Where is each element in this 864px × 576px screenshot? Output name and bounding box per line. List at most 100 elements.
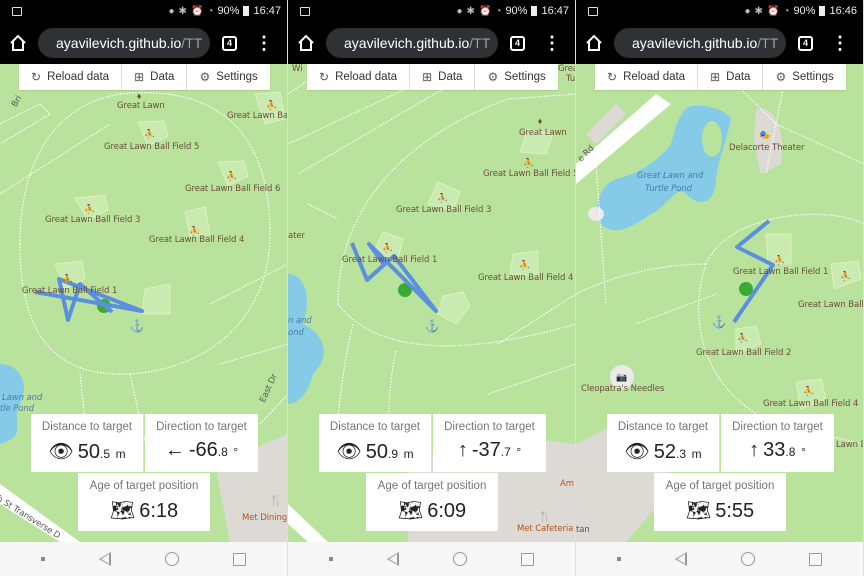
nav-dot-icon[interactable] [329,557,333,561]
distance-card: Distance to target 👁 50.9 m [319,414,432,472]
settings-button[interactable]: ⚙ Settings [475,64,557,90]
restaurant-icon: 🍴 [269,494,283,507]
poi-label: Am [560,479,574,489]
settings-button[interactable]: ⚙ Settings [187,64,269,90]
location-icon: ● [456,5,463,17]
recents-button[interactable] [233,552,246,566]
age-label: Age of target position [89,480,199,492]
url-path: /TT [757,35,779,51]
ballfield-icon: ⛹ [62,273,73,284]
wifi-signal-icon: ◔ [207,5,214,17]
age-label: Age of target position [665,480,775,492]
anchor-icon: ⚓ [712,315,727,329]
map-label: Great Lawn Ball Field 1 [22,286,118,296]
arrow-up-icon: ↑ [749,439,760,461]
map-label: Great Lawn Bal [227,111,288,121]
phone-screen-1: ● ✱ ⏰ ◔ 90% 16:47 ayavilevich.github.io /… [0,0,288,576]
data-label: Data [726,71,751,83]
alarm-icon: ⏰ [766,5,780,17]
ballfield-icon: ⛹ [519,259,530,270]
map-label: Great Lawn Ball Field 6 [185,184,281,194]
reload-data-label: Reload data [47,71,110,83]
back-button[interactable] [387,552,399,566]
data-button[interactable]: ⊞ Data [122,64,188,90]
water-label: ond [288,328,304,338]
app-toolbar: ↻ Reload data ⊞ Data ⚙ Settings [307,64,558,90]
url-path: /TT [181,35,203,51]
overflow-menu-button[interactable]: ⋮ [255,34,273,52]
map-marker-icon: 🗺 [397,500,424,522]
drinking-water-icon: ♦ [137,91,142,101]
reload-data-label: Reload data [623,71,686,83]
battery-icon [819,6,826,16]
distance-card: Distance to target 👁 52.3 m [607,414,720,472]
home-nav-button[interactable] [165,552,179,566]
direction-unit: ° [801,445,806,459]
direction-decimal: .8 [217,445,228,459]
home-icon [10,34,26,51]
data-button[interactable]: ⊞ Data [410,64,476,90]
browser-url-bar: ayavilevich.github.io/TT 4 ⋮ [576,22,863,64]
settings-button[interactable]: ⚙ Settings [763,64,845,90]
url-field[interactable]: ayavilevich.github.io/TT [38,28,210,58]
map-label: Great Lawn Ball Field 1 [342,255,438,265]
recents-button[interactable] [521,552,534,566]
home-button[interactable] [582,31,606,55]
url-field[interactable]: ayavilevich.github.io/TT [614,28,786,58]
table-icon: ⊞ [710,70,721,84]
battery-percent: 90% [505,5,528,17]
tab-switcher-button[interactable]: 4 [222,35,237,51]
reload-data-button[interactable]: ↻ Reload data [595,64,699,90]
browser-url-bar: ayavilevich.github.io/TT 4 ⋮ [0,22,287,64]
distance-value: 50 [365,441,389,463]
anchor-icon: ⚓ [130,319,145,333]
drinking-water-icon: ♦ [538,116,543,126]
home-nav-button[interactable] [741,552,755,566]
alarm-icon: ⏰ [478,5,492,17]
water-body [288,274,324,404]
url-field[interactable]: ayavilevich.github.io/TT [326,28,498,58]
back-button[interactable] [99,552,111,566]
nav-dot-icon[interactable] [617,557,621,561]
reload-data-button[interactable]: ↻ Reload data [307,64,411,90]
poi-label: Met Dining [242,513,288,523]
eye-icon: 👁 [336,441,362,463]
settings-label: Settings [792,71,834,83]
distance-unit: m [403,447,414,461]
battery-percent: 90% [217,5,240,17]
overflow-menu-button[interactable]: ⋮ [543,34,561,52]
bluetooth-icon: ✱ [178,5,187,17]
status-bar: ● ✱ ⏰ ◔ 90% 16:47 [0,0,287,22]
water-label: Great Lawn and [637,171,704,181]
map-label: ater [288,231,305,241]
home-nav-button[interactable] [453,552,467,566]
table-icon: ⊞ [134,70,145,84]
reload-data-button[interactable]: ↻ Reload data [19,64,123,90]
data-button[interactable]: ⊞ Data [698,64,764,90]
nav-dot-icon[interactable] [41,557,45,561]
direction-label: Direction to target [444,421,535,433]
eye-icon: 👁 [624,441,650,463]
map-label: Great Lawn Ball Field 4 [478,273,574,283]
age-value: 6:18 [139,500,179,522]
home-button[interactable] [294,31,318,55]
url-path: /TT [469,35,491,51]
direction-card: Direction to target ↑ 33.8 ° [721,414,834,472]
age-card: Age of target position 🗺 6:09 [366,473,498,531]
age-card: Age of target position 🗺 5:55 [654,473,786,531]
back-button[interactable] [675,552,687,566]
gear-icon: ⚙ [487,70,499,84]
tab-switcher-button[interactable]: 4 [798,35,813,51]
recents-button[interactable] [809,552,822,566]
clock: 16:47 [253,5,281,17]
ballfield-icon: ⛹ [437,192,448,203]
map-label: Great Lawn Ball Field 3 [45,215,141,225]
direction-card: Direction to target ← -66.8 ° [145,414,258,472]
age-card: Age of target position 🗺 6:18 [78,473,210,531]
overflow-menu-button[interactable]: ⋮ [831,34,849,52]
home-icon [586,34,602,51]
distance-unit: m [115,447,126,461]
home-button[interactable] [6,31,30,55]
tab-switcher-button[interactable]: 4 [510,35,525,51]
ballfield-icon: ⛹ [774,254,785,265]
